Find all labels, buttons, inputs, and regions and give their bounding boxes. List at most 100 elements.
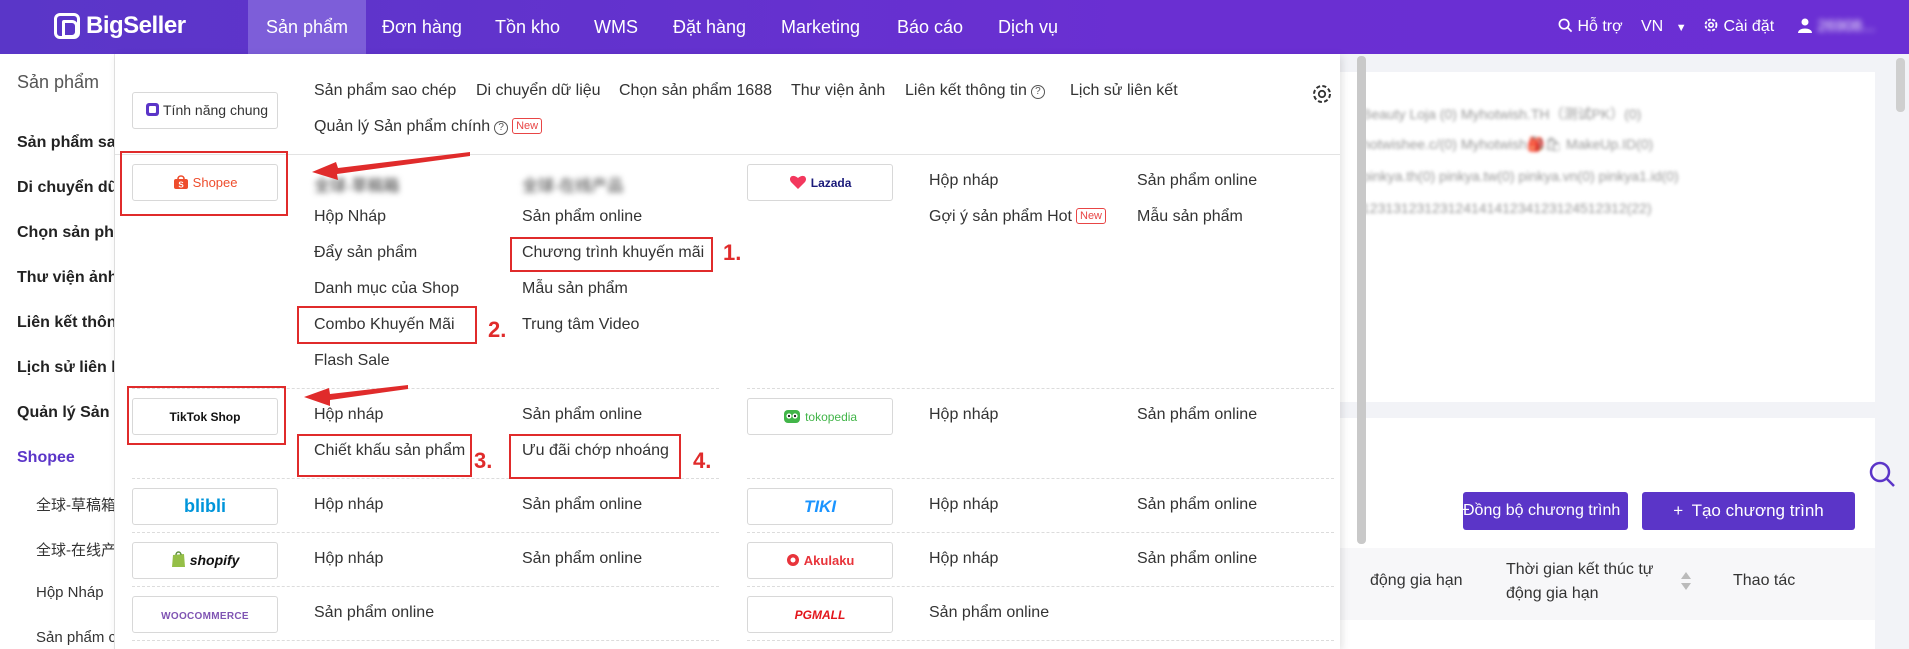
shopify-logo[interactable]: shopify xyxy=(132,542,278,579)
link-tiki-online-products[interactable]: Sản phẩm online xyxy=(1137,496,1257,514)
nav-san-pham[interactable]: Sản phẩm xyxy=(248,0,367,54)
shop-list-row[interactable]: hotwishee.c/(0) Myhotwish🎒🛍 MakeUp.ID(0) xyxy=(1362,136,1653,153)
link-linking-history[interactable]: Lịch sử liên kết xyxy=(1070,82,1178,100)
link-lazada-hot-products-label: Gợi ý sản phẩm Hot xyxy=(929,208,1072,225)
nav-wms[interactable]: WMS xyxy=(594,0,638,54)
shop-list-row[interactable]: Beauty Loja (0) Myhotwish.TH（测试PK）(0) xyxy=(1362,104,1641,124)
link-lazada-product-templates[interactable]: Mẫu sản phẩm xyxy=(1137,208,1243,226)
link-blibli-drafts[interactable]: Hộp nháp xyxy=(314,496,383,514)
settings-label: Cài đặt xyxy=(1723,18,1775,35)
link-tokopedia-drafts[interactable]: Hộp nháp xyxy=(929,406,998,424)
tiki-logo[interactable]: TIKI xyxy=(747,488,893,525)
sync-programs-button[interactable]: Đồng bộ chương trình ﹀ xyxy=(1463,492,1639,530)
language-label: VN xyxy=(1641,18,1664,35)
new-badge: New xyxy=(1076,208,1107,224)
sidebar-item-main-products[interactable]: Quản lý Sản p xyxy=(17,404,114,422)
annotation-box-tiktok xyxy=(127,386,286,445)
settings-gear-icon[interactable] xyxy=(1310,82,1334,106)
link-akulaku-online-products[interactable]: Sản phẩm online xyxy=(1137,550,1257,568)
link-main-products[interactable]: Quản lý Sản phẩm chính? New xyxy=(314,118,543,136)
sidebar-sub-global-online[interactable]: 全球-在线产 xyxy=(36,539,114,560)
common-features-button[interactable]: Tính năng chung xyxy=(132,92,278,129)
woocommerce-logo[interactable]: WOOCOMMERCE xyxy=(132,596,278,633)
settings-link[interactable]: Cài đặt xyxy=(1703,0,1774,54)
link-copy-products[interactable]: Sản phẩm sao chép xyxy=(314,82,456,100)
column-header-auto-renew: động gia hạn xyxy=(1370,572,1463,589)
language-select[interactable]: VN ▼ xyxy=(1641,0,1687,54)
shop-list-row[interactable]: 1231312312312414141234123124512312(22) xyxy=(1362,200,1652,216)
lazada-logo[interactable]: Lazada xyxy=(747,164,893,201)
user-menu[interactable]: 26908... xyxy=(1797,0,1875,54)
annotation-number-4: 4. xyxy=(693,448,712,473)
link-tiktok-online-products[interactable]: Sản phẩm online xyxy=(522,406,642,424)
top-navigation-bar: BigSeller Sản phẩm Đơn hàng Tồn kho WMS … xyxy=(0,0,1909,54)
link-blibli-online-products[interactable]: Sản phẩm online xyxy=(522,496,642,514)
link-shopee-global-online[interactable]: 全球-在线产品 xyxy=(522,172,623,196)
pgmall-logo-text: PGMALL xyxy=(794,608,846,622)
lazada-logo-text: Lazada xyxy=(810,176,852,190)
pgmall-logo[interactable]: PGMALL xyxy=(747,596,893,633)
bigseller-logo[interactable]: BigSeller xyxy=(54,12,186,40)
link-lazada-drafts[interactable]: Hộp nháp xyxy=(929,172,998,190)
link-woocommerce-online-products[interactable]: Sản phẩm online xyxy=(314,604,434,622)
link-shopee-push-products[interactable]: Đẩy sản phẩm xyxy=(314,244,417,262)
column-header-end-time-2: động gia hạn xyxy=(1506,585,1599,602)
search-icon xyxy=(1558,18,1573,33)
link-tiktok-drafts[interactable]: Hộp nháp xyxy=(314,406,383,424)
nav-dat-hang[interactable]: Đặt hàng xyxy=(673,0,746,54)
nav-bao-cao[interactable]: Báo cáo xyxy=(897,0,963,54)
nav-ton-kho[interactable]: Tồn kho xyxy=(495,0,560,54)
nav-dich-vu[interactable]: Dịch vụ xyxy=(998,0,1058,54)
link-lazada-online-products[interactable]: Sản phẩm online xyxy=(1137,172,1257,190)
sidebar-item-migrate[interactable]: Di chuyển dữ l xyxy=(17,179,114,197)
sidebar-item-link-info[interactable]: Liên kết thông xyxy=(17,314,114,332)
sidebar-item-shopee[interactable]: Shopee xyxy=(17,449,75,467)
sort-icon[interactable] xyxy=(1680,570,1692,592)
akulaku-logo[interactable]: Akulaku xyxy=(747,542,893,579)
sidebar-item-link-history[interactable]: Lịch sử liên kế xyxy=(17,359,114,377)
support-link[interactable]: Hỗ trợ xyxy=(1558,0,1623,54)
column-header-end-time[interactable]: Thời gian kết thúc tự xyxy=(1506,561,1654,579)
shop-list-row[interactable]: pinkya.th(0) pinkya.tw(0) pinkya.vn(0) p… xyxy=(1362,168,1679,184)
link-shopee-drafts[interactable]: Hộp Nháp xyxy=(314,208,386,226)
link-info-linking[interactable]: Liên kết thông tin? xyxy=(905,82,1045,100)
sidebar-item-gallery[interactable]: Thư viện ảnh xyxy=(17,269,114,287)
link-akulaku-drafts[interactable]: Hộp nháp xyxy=(929,550,998,568)
link-tiki-drafts[interactable]: Hộp nháp xyxy=(929,496,998,514)
link-shopify-online-products[interactable]: Sản phẩm online xyxy=(522,550,642,568)
sidebar-sub-products[interactable]: Sản phẩm c xyxy=(36,629,114,646)
divider xyxy=(132,640,719,641)
annotation-box-2 xyxy=(297,306,477,344)
link-shopee-shop-category[interactable]: Danh mục của Shop xyxy=(314,280,459,298)
link-shopee-video-center[interactable]: Trung tâm Video xyxy=(522,316,639,334)
page-scrollbar[interactable] xyxy=(1896,58,1905,112)
sidebar-item-copy[interactable]: Sản phẩm sao xyxy=(17,134,114,152)
sidebar-item-select[interactable]: Chọn sản phẩ xyxy=(17,224,114,242)
sidebar-sub-global-drafts[interactable]: 全球-草稿箱 xyxy=(36,494,114,515)
floating-search-icon[interactable] xyxy=(1868,460,1896,488)
lazada-heart-icon xyxy=(789,175,806,189)
link-shopee-online-products[interactable]: Sản phẩm online xyxy=(522,208,642,226)
annotation-box-1 xyxy=(510,237,713,272)
link-lazada-hot-products[interactable]: Gợi ý sản phẩm Hot New xyxy=(929,208,1107,226)
shopify-logo-text: shopify xyxy=(189,552,240,568)
sidebar-sub-drafts[interactable]: Hộp Nháp xyxy=(36,584,104,601)
link-image-library[interactable]: Thư viện ảnh xyxy=(791,82,885,100)
user-name: 26908... xyxy=(1817,18,1876,35)
nav-don-hang[interactable]: Đơn hàng xyxy=(382,0,462,54)
link-shopee-product-templates[interactable]: Mẫu sản phẩm xyxy=(522,280,628,298)
nav-marketing[interactable]: Marketing xyxy=(781,0,860,54)
link-select-1688[interactable]: Chọn sản phẩm 1688 xyxy=(619,82,772,100)
link-tokopedia-online-products[interactable]: Sản phẩm online xyxy=(1137,406,1257,424)
link-shopee-flash-sale[interactable]: Flash Sale xyxy=(314,352,390,370)
tokopedia-logo[interactable]: tokopedia xyxy=(747,398,893,435)
link-migrate-data[interactable]: Di chuyển dữ liệu xyxy=(476,82,601,100)
gear-icon xyxy=(1704,18,1718,32)
dropdown-scrollbar[interactable] xyxy=(1357,56,1366,544)
create-program-button[interactable]: + Tạo chương trình xyxy=(1642,492,1855,530)
link-pgmall-online-products[interactable]: Sản phẩm online xyxy=(929,604,1049,622)
link-shopee-global-drafts[interactable]: 全球-草稿箱 xyxy=(314,172,399,196)
table-row xyxy=(1340,620,1875,649)
link-shopify-drafts[interactable]: Hộp nháp xyxy=(314,550,383,568)
blibli-logo[interactable]: blibli xyxy=(132,488,278,525)
